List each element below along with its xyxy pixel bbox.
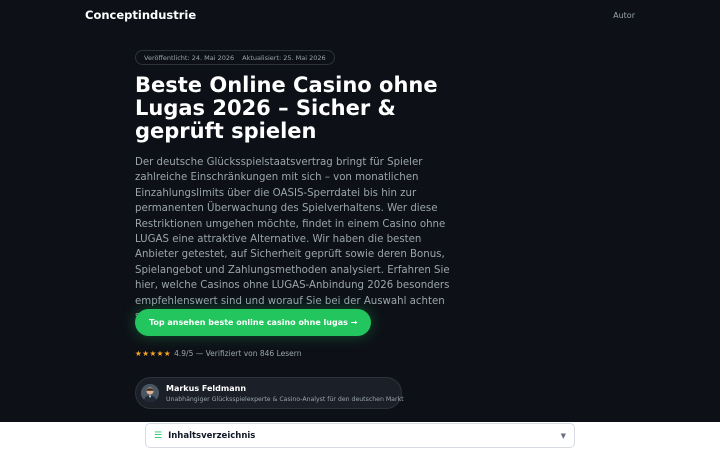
- article-dates: Veröffentlicht: 24. Mai 2026 Aktualisier…: [135, 50, 335, 65]
- nav-link-author[interactable]: Autor: [613, 11, 635, 20]
- updated-date: Aktualisiert: 25. Mai 2026: [242, 53, 326, 62]
- author-avatar-icon: [141, 384, 159, 402]
- rating-stars-icon: ★★★★★: [135, 349, 172, 358]
- author-bio: Unabhängiger Glücksspielexperte & Casino…: [166, 395, 404, 403]
- page-title: Beste Online Casino ohne Lugas 2026 – Si…: [135, 73, 438, 143]
- cta-button[interactable]: Top ansehen beste online casino ohne lug…: [135, 309, 372, 336]
- site-header: Conceptindustrie Autor: [0, 0, 720, 30]
- chevron-down-icon: ▼: [560, 431, 566, 440]
- list-icon: ☰: [154, 430, 163, 441]
- intro-paragraph: Der deutsche Glücksspielstaatsvertrag br…: [135, 157, 450, 322]
- toc-label: Inhaltsverzeichnis: [168, 430, 256, 441]
- author-name: Markus Feldmann: [166, 383, 247, 393]
- rating-row: ★★★★★ 4.9/5 — Verifiziert von 846 Lesern: [135, 349, 301, 358]
- author-card: Markus Feldmann Unabhängiger Glücksspiel…: [135, 377, 404, 409]
- table-of-contents-toggle[interactable]: ☰ Inhaltsverzeichnis ▼: [145, 423, 575, 448]
- site-logo[interactable]: Conceptindustrie: [85, 8, 196, 22]
- published-date: Veröffentlicht: 24. Mai 2026: [144, 53, 235, 62]
- avatar: [141, 384, 159, 402]
- rating-text: 4.9/5 — Verifiziert von 846 Lesern: [174, 349, 302, 358]
